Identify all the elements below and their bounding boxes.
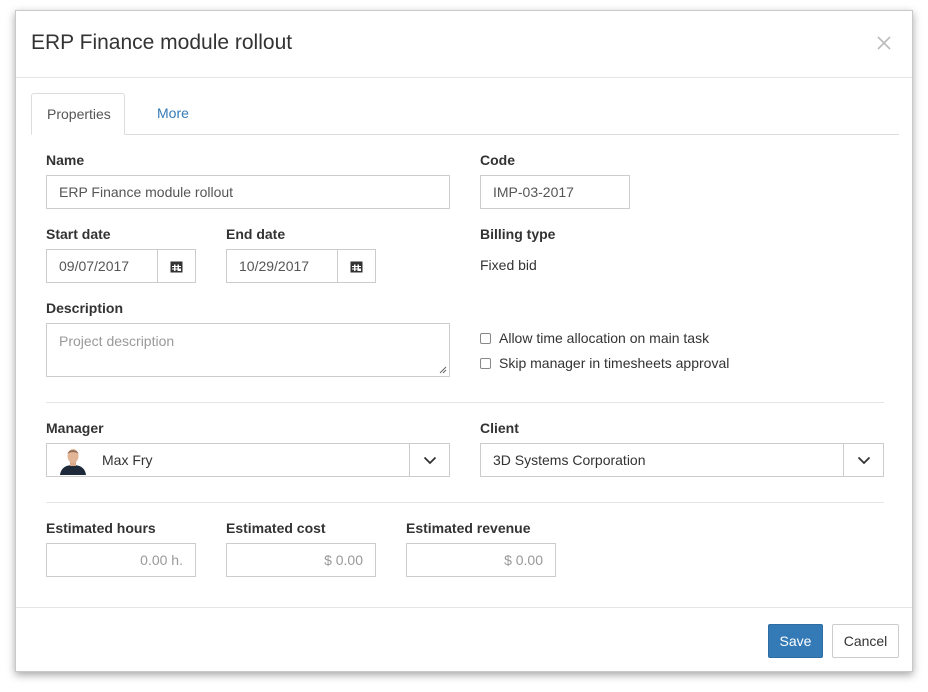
calendar-icon[interactable]	[157, 249, 196, 283]
resize-grip-icon[interactable]	[439, 366, 447, 374]
client-value: 3D Systems Corporation	[493, 452, 646, 468]
allow-time-allocation-label: Allow time allocation on main task	[499, 330, 710, 346]
manager-value: Max Fry	[102, 452, 153, 468]
section-divider	[46, 402, 884, 403]
cancel-button[interactable]: Cancel	[832, 624, 899, 658]
chevron-down-icon[interactable]	[409, 444, 449, 476]
tab-bar: Properties More	[31, 93, 899, 135]
avatar	[57, 447, 89, 475]
end-date-label: End date	[226, 226, 286, 242]
start-date-input[interactable]: 09/07/2017	[46, 249, 158, 283]
manager-select[interactable]: Max Fry	[46, 443, 450, 477]
code-label: Code	[480, 152, 515, 168]
section-divider	[46, 502, 884, 503]
dialog-footer-divider	[16, 607, 912, 608]
end-date-input[interactable]: 10/29/2017	[226, 249, 338, 283]
description-placeholder: Project description	[59, 333, 175, 349]
description-label: Description	[46, 300, 124, 316]
manager-label: Manager	[46, 420, 104, 436]
tab-more[interactable]: More	[142, 93, 204, 134]
dialog-header: ERP Finance module rollout	[16, 11, 912, 78]
allow-time-allocation-checkbox[interactable]	[480, 332, 491, 344]
save-button[interactable]: Save	[768, 624, 823, 658]
calendar-icon[interactable]	[337, 249, 376, 283]
billing-type-label: Billing type	[480, 226, 556, 242]
skip-manager-label: Skip manager in timesheets approval	[499, 355, 730, 371]
dialog-title: ERP Finance module rollout	[31, 31, 293, 54]
estimated-revenue-input[interactable]: $ 0.00	[406, 543, 556, 577]
tab-properties[interactable]: Properties	[31, 93, 125, 135]
billing-type-value: Fixed bid	[480, 257, 537, 273]
name-input[interactable]: ERP Finance module rollout	[46, 175, 450, 209]
description-textarea[interactable]: Project description	[46, 323, 450, 377]
skip-manager-option[interactable]: Skip manager in timesheets approval	[480, 355, 729, 371]
estimated-hours-input[interactable]: 0.00 h.	[46, 543, 196, 577]
name-label: Name	[46, 152, 85, 168]
code-input[interactable]: IMP-03-2017	[480, 175, 630, 209]
estimated-hours-label: Estimated hours	[46, 520, 156, 536]
chevron-down-icon[interactable]	[843, 444, 883, 476]
close-icon[interactable]	[876, 35, 894, 53]
estimated-cost-label: Estimated cost	[226, 520, 326, 536]
skip-manager-checkbox[interactable]	[480, 357, 491, 369]
client-select[interactable]: 3D Systems Corporation	[480, 443, 884, 477]
start-date-label: Start date	[46, 226, 111, 242]
project-dialog: ERP Finance module rollout Properties Mo…	[15, 10, 913, 672]
estimated-cost-input[interactable]: $ 0.00	[226, 543, 376, 577]
client-label: Client	[480, 420, 519, 436]
allow-time-allocation-option[interactable]: Allow time allocation on main task	[480, 330, 709, 346]
estimated-revenue-label: Estimated revenue	[406, 520, 531, 536]
